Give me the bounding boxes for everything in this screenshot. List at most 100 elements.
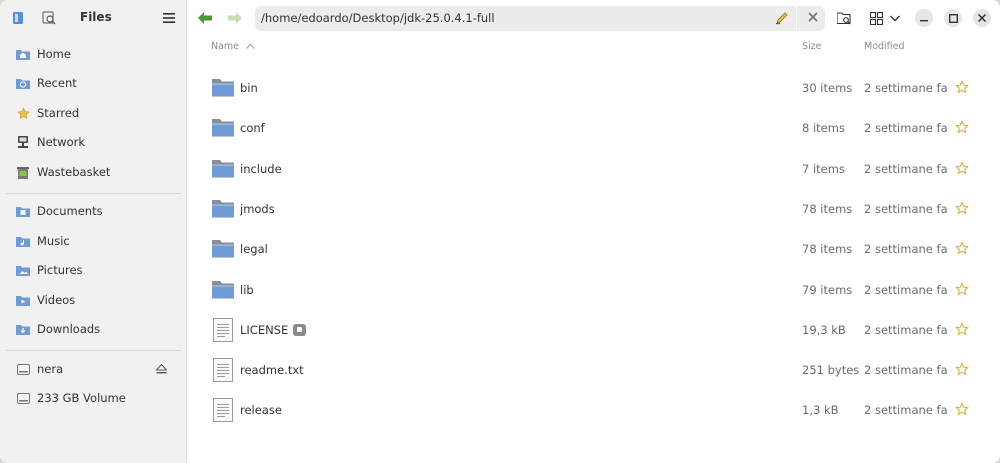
drive-icon: [16, 391, 30, 405]
sidebar-item-label: Pictures: [37, 263, 83, 277]
sidebar-item-label: Network: [37, 135, 86, 149]
column-header-modified[interactable]: Modified: [864, 41, 905, 52]
file-row[interactable]: bin 30 items 2 settimane fa: [187, 68, 1000, 108]
file-name: conf: [240, 121, 265, 135]
file-row[interactable]: lib 79 items 2 settimane fa: [187, 270, 1000, 310]
forward-button[interactable]: [223, 7, 247, 29]
file-name: include: [240, 162, 282, 176]
text-file-icon: [213, 398, 237, 423]
close-button[interactable]: [973, 9, 991, 27]
files-window: Files Home Recent Starred Network Wasteb…: [0, 0, 1000, 463]
sidebar-item-label: Home: [37, 47, 71, 61]
app-title: Files: [80, 10, 112, 24]
location-bar-divider: [796, 6, 797, 31]
folder-search-icon: [837, 11, 851, 24]
sidebar-item-pictures[interactable]: Pictures: [6, 256, 181, 284]
sidebar-separator: [6, 193, 181, 194]
sidebar-item-label: Downloads: [37, 322, 101, 336]
back-button[interactable]: [193, 7, 217, 29]
file-row[interactable]: LICENSE 19,3 kB 2 settimane fa: [187, 310, 1000, 350]
file-size: 30 items: [802, 81, 853, 95]
sidebar-item-label: Documents: [37, 204, 103, 218]
file-row[interactable]: release 1,3 kB 2 settimane fa: [187, 390, 1000, 430]
downloads-folder-icon: [16, 322, 30, 336]
sidebar-item-videos[interactable]: Videos: [6, 286, 181, 314]
star-toggle-icon[interactable]: [955, 281, 969, 299]
star-toggle-icon[interactable]: [955, 120, 969, 137]
file-modified: 2 settimane fa: [864, 403, 948, 418]
file-size: 19,3 kB: [802, 322, 846, 337]
search-in-folder-button[interactable]: [832, 7, 856, 29]
file-name: bin: [240, 81, 258, 95]
file-size: 7 items: [802, 161, 845, 176]
text-file-icon: [213, 317, 237, 342]
eject-icon[interactable]: [155, 363, 168, 377]
music-folder-icon: [16, 234, 30, 248]
sidebar-item-documents[interactable]: Documents: [6, 197, 181, 225]
main-menu-icon[interactable]: [159, 8, 179, 28]
sidebar-item-downloads[interactable]: Downloads: [6, 315, 181, 343]
star-toggle-icon[interactable]: [955, 402, 969, 419]
file-row[interactable]: include 7 items 2 settimane fa: [187, 149, 1000, 189]
sidebar-item-starred[interactable]: Starred: [6, 99, 181, 127]
file-size: 251 bytes: [802, 363, 860, 378]
file-row[interactable]: legal 78 items 2 settimane fa: [187, 229, 1000, 269]
file-name-text: lib: [240, 282, 254, 297]
header-bar: /home/edoardo/Desktop/jdk-25.0.4.1-full: [187, 0, 1000, 36]
search-icon[interactable]: [39, 8, 59, 28]
sidebar-item-label: Videos: [37, 293, 76, 307]
file-name-text: conf: [240, 121, 265, 136]
sidebar-toggle-icon[interactable]: [8, 8, 28, 28]
folder-icon: [211, 116, 235, 140]
file-modified: 2 settimane fa: [864, 242, 948, 257]
star-toggle-icon[interactable]: [955, 80, 969, 97]
videos-folder-icon: [16, 293, 30, 307]
star-toggle-icon[interactable]: [955, 201, 969, 218]
edit-location-icon[interactable]: [775, 11, 789, 28]
folder-icon: [211, 157, 235, 181]
sidebar-item-233gb-volume[interactable]: 233 GB Volume: [6, 384, 181, 412]
file-modified: 2 settimane fa: [864, 121, 948, 136]
file-row[interactable]: readme.txt 251 bytes 2 settimane fa: [187, 350, 1000, 390]
chevron-down-icon: [890, 15, 900, 21]
file-row[interactable]: jmods 78 items 2 settimane fa: [187, 189, 1000, 229]
minimize-button[interactable]: [915, 9, 933, 27]
sidebar-item-network[interactable]: Network: [6, 128, 181, 156]
sidebar-item-label: 233 GB Volume: [37, 391, 126, 405]
file-name-text: bin: [240, 81, 258, 95]
drive-icon: [16, 362, 30, 376]
column-header-name[interactable]: Name: [211, 41, 255, 52]
file-name: legal: [240, 242, 268, 256]
sidebar-item-nera[interactable]: nera: [6, 355, 181, 383]
star-toggle-icon[interactable]: [955, 362, 969, 379]
lock-icon: [293, 323, 307, 336]
sidebar-item-home[interactable]: Home: [6, 40, 181, 68]
sidebar-item-label: Starred: [37, 106, 80, 120]
sidebar-item-label: nera: [37, 362, 64, 376]
star-toggle-icon[interactable]: [955, 321, 969, 339]
network-icon: [16, 135, 30, 149]
column-header-size[interactable]: Size: [802, 41, 822, 52]
maximize-button[interactable]: [944, 9, 962, 27]
folder-icon: [211, 278, 235, 302]
grid-view-button[interactable]: [864, 7, 888, 29]
star-toggle-icon[interactable]: [955, 241, 969, 258]
file-name: readme.txt: [240, 363, 304, 377]
location-bar[interactable]: /home/edoardo/Desktop/jdk-25.0.4.1-full: [255, 6, 825, 31]
clear-icon[interactable]: [807, 11, 819, 26]
maximize-icon: [948, 13, 958, 23]
sidebar-item-music[interactable]: Music: [6, 227, 181, 255]
file-row[interactable]: conf 8 items 2 settimane fa: [187, 108, 1000, 148]
view-options-button[interactable]: [886, 7, 904, 29]
file-modified: 2 settimane fa: [864, 322, 948, 337]
sidebar-item-wastebasket[interactable]: Wastebasket: [6, 158, 181, 186]
file-size: 79 items: [802, 282, 853, 297]
location-path[interactable]: /home/edoardo/Desktop/jdk-25.0.4.1-full: [261, 11, 495, 25]
file-name-text: LICENSE: [240, 322, 289, 337]
file-name: jmods: [240, 202, 275, 216]
sort-ascending-icon: [246, 43, 255, 49]
close-icon: [978, 14, 986, 22]
sidebar-item-recent[interactable]: Recent: [6, 69, 181, 97]
star-toggle-icon[interactable]: [955, 160, 969, 178]
file-size: 8 items: [802, 121, 845, 136]
